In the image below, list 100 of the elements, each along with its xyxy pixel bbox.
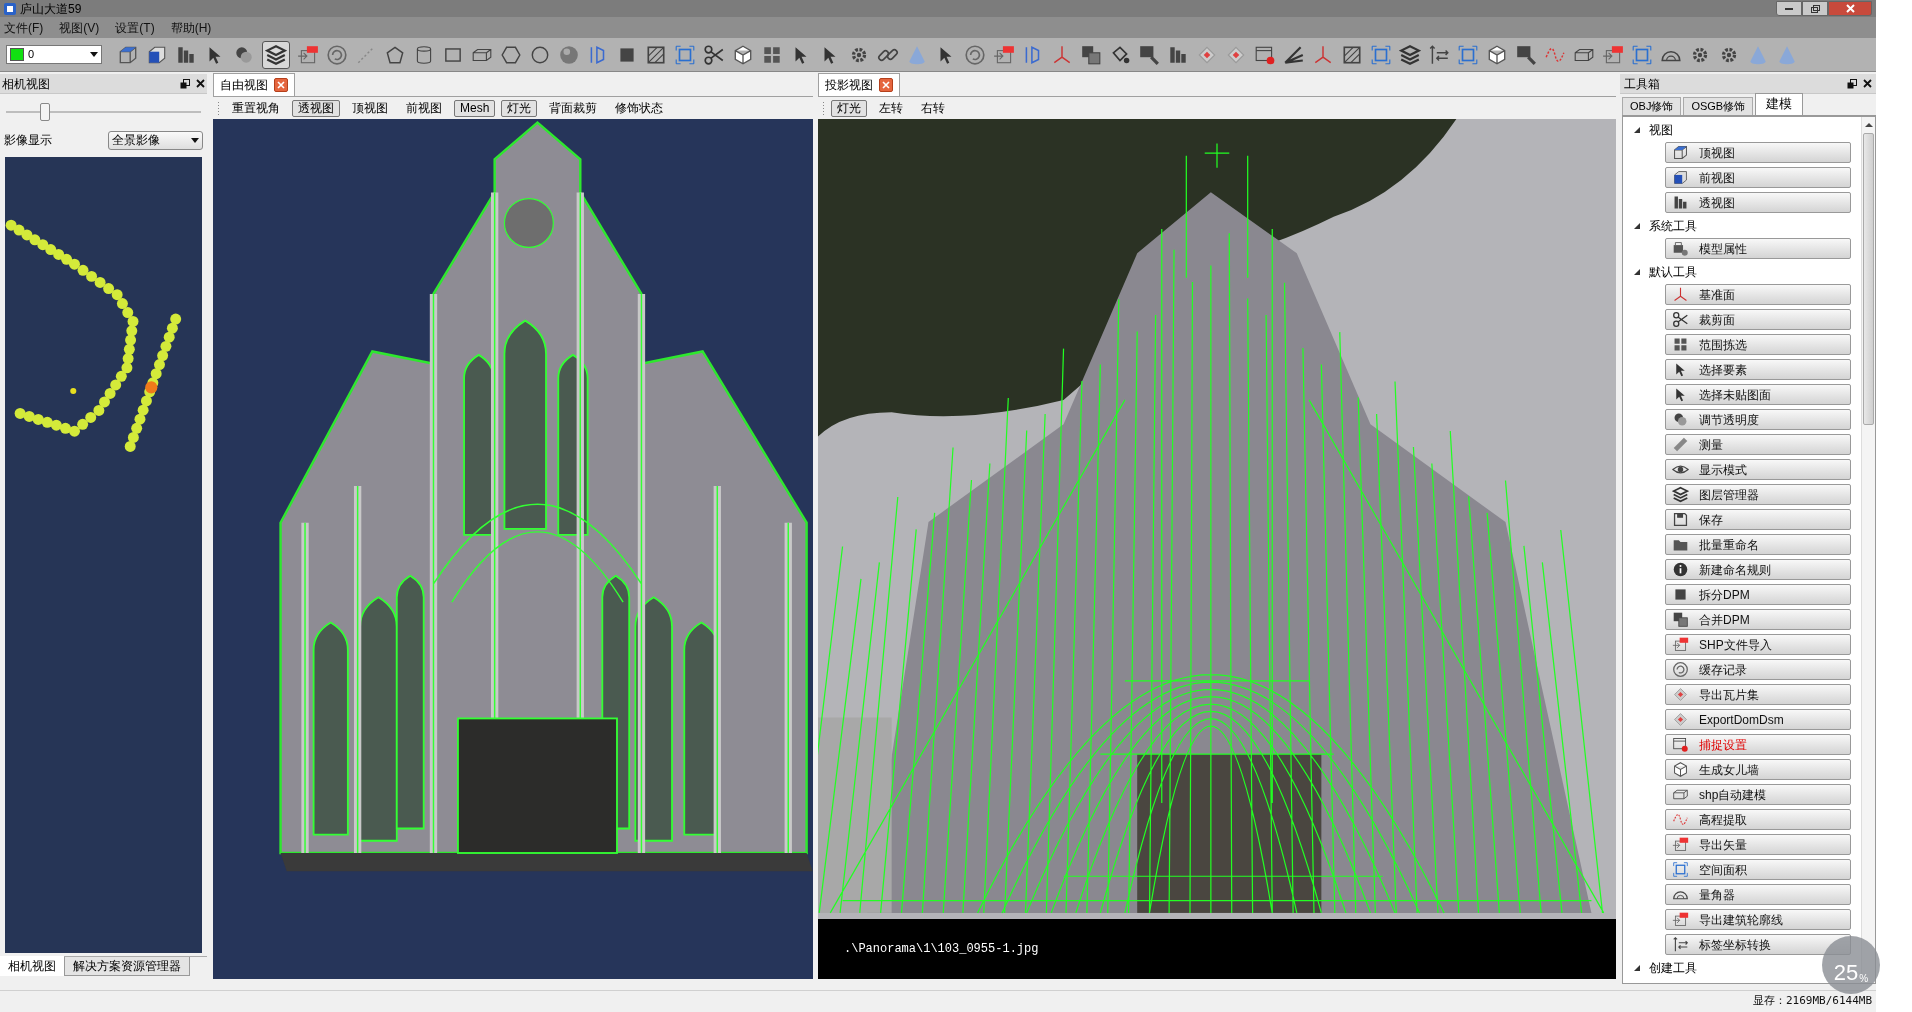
tool-button[interactable]: 图层管理器	[1665, 484, 1851, 505]
tool-button[interactable]: 合并DPM	[1665, 609, 1851, 630]
tool-button[interactable]: 批量重命名	[1665, 534, 1851, 555]
pin-icon[interactable]	[1847, 78, 1857, 89]
panel-tab[interactable]: 相机视图	[0, 956, 64, 976]
brush-icon[interactable]	[1138, 43, 1160, 66]
tool-button[interactable]: 选择未贴图面	[1665, 384, 1851, 405]
toolbox-tab[interactable]: OSGB修饰	[1683, 97, 1754, 115]
tool-button[interactable]: 量角器	[1665, 884, 1851, 905]
cube-icon[interactable]	[1486, 43, 1508, 66]
view-toolbar-button[interactable]: 透视图	[292, 99, 340, 117]
group-label: 默认工具	[1649, 263, 1697, 281]
tool-button[interactable]: 显示模式	[1665, 459, 1851, 480]
tool-button[interactable]: 保存	[1665, 509, 1851, 530]
view-tab[interactable]: 自由视图	[213, 73, 295, 96]
tool-button[interactable]: 导出矢量	[1665, 834, 1851, 855]
restore-icon	[1810, 4, 1820, 13]
maximize-button[interactable]	[1802, 1, 1828, 16]
refresh-icon[interactable]	[326, 43, 348, 66]
tool-button[interactable]: 测量	[1665, 434, 1851, 455]
tool-button[interactable]: 导出瓦片集	[1665, 684, 1851, 705]
solid-cube-icon	[1672, 169, 1689, 186]
overlapping-squares-icon[interactable]	[1080, 43, 1102, 66]
menu-item[interactable]: 视图(V)	[59, 18, 100, 37]
solid-square-icon	[1672, 586, 1689, 603]
view-toolbar-button[interactable]: Mesh	[454, 99, 496, 117]
close-tab-button[interactable]	[274, 78, 288, 92]
tool-button[interactable]: 前视图	[1665, 167, 1851, 188]
expand-arrow-icon[interactable]	[1633, 125, 1641, 134]
opacity-slider[interactable]	[6, 100, 201, 124]
tool-button[interactable]: 顶视图	[1665, 142, 1851, 163]
view-toolbar-button[interactable]: 前视图	[400, 99, 448, 117]
menu-item[interactable]: 文件(F)	[4, 18, 44, 37]
tool-button[interactable]: 空间面积	[1665, 859, 1851, 880]
tool-button[interactable]: 生成女儿墙	[1665, 759, 1851, 780]
hatched-square-icon[interactable]	[645, 43, 667, 66]
tool-button[interactable]: 新建命名规则	[1665, 559, 1851, 580]
arrows-icon[interactable]	[1428, 43, 1450, 66]
view-toolbar-button[interactable]: 背面裁剪	[543, 99, 604, 117]
tool-button[interactable]: 基准面	[1665, 284, 1851, 305]
tool-button[interactable]: 缓存记录	[1665, 659, 1851, 680]
tool-button[interactable]: shp自动建模	[1665, 784, 1851, 805]
pin-icon[interactable]	[180, 78, 190, 89]
close-button[interactable]	[1828, 1, 1872, 16]
view-toolbar-button[interactable]: 重置视角	[226, 99, 286, 117]
panel-title: 工具箱	[1624, 75, 1661, 93]
refresh-icon	[1672, 661, 1689, 678]
import-icon[interactable]	[297, 43, 319, 66]
menu-item[interactable]: 设置(T)	[115, 18, 155, 37]
menu-item[interactable]: 帮助(H)	[170, 18, 212, 37]
import-icon[interactable]	[993, 43, 1015, 66]
image-display-dropdown[interactable]: 全景影像	[108, 130, 203, 150]
tool-button[interactable]: ExportDomDsm	[1665, 709, 1851, 730]
tool-button[interactable]: 高程提取	[1665, 809, 1851, 830]
tool-button[interactable]: 拆分DPM	[1665, 584, 1851, 605]
tool-button[interactable]: 裁剪面	[1665, 309, 1851, 330]
expand-arrow-icon[interactable]	[1633, 267, 1641, 276]
layers-toggle[interactable]	[262, 40, 290, 69]
view-toolbar-button[interactable]: 灯光	[831, 99, 867, 117]
minimize-icon	[1785, 7, 1793, 10]
view-toolbar-button[interactable]: 左转	[873, 99, 909, 117]
toolbox-tab[interactable]: 建模	[1755, 93, 1804, 115]
layers-icon[interactable]	[1399, 43, 1421, 66]
brush-icon[interactable]	[1515, 43, 1537, 66]
import-icon[interactable]	[1602, 43, 1624, 66]
close-tab-button[interactable]	[879, 78, 893, 92]
toolbox-tab[interactable]: OBJ修饰	[1622, 97, 1682, 115]
layer-dropdown[interactable]: 0	[6, 45, 102, 64]
expand-arrow-icon[interactable]	[1633, 221, 1641, 230]
tool-button[interactable]: SHP文件导入	[1665, 634, 1851, 655]
tool-button[interactable]: 透视图	[1665, 192, 1851, 213]
view-toolbar-button[interactable]: 顶视图	[346, 99, 394, 117]
tool-button[interactable]: 调节透明度	[1665, 409, 1851, 430]
view-tab[interactable]: 投影视图	[818, 73, 900, 96]
close-icon[interactable]	[1863, 79, 1872, 88]
close-icon[interactable]	[196, 79, 205, 88]
tool-button[interactable]: 模型属性	[1665, 238, 1851, 259]
refresh-icon[interactable]	[964, 43, 986, 66]
minimize-button[interactable]	[1776, 1, 1802, 16]
view-toolbar-button[interactable]: 灯光	[501, 99, 538, 117]
scissors-icon[interactable]	[703, 43, 725, 66]
cube-icon	[1672, 761, 1689, 778]
view-toolbar-button[interactable]: 修饰状态	[609, 99, 670, 117]
cube-icon[interactable]	[732, 43, 754, 66]
panel-tab[interactable]: 解决方案资源管理器	[64, 957, 190, 976]
scrollbar-thumb[interactable]	[1863, 133, 1874, 425]
tool-button[interactable]: 标签坐标转换	[1665, 934, 1851, 955]
grid-icon	[1672, 336, 1689, 353]
tool-button[interactable]: 选择要素	[1665, 359, 1851, 380]
import-icon	[1672, 636, 1689, 653]
slider-thumb[interactable]	[40, 103, 50, 121]
expand-arrow-icon[interactable]	[1633, 963, 1641, 972]
grip-icon	[822, 101, 825, 115]
tool-button[interactable]: 捕捉设置	[1665, 734, 1851, 755]
view-toolbar-button[interactable]: 右转	[915, 99, 951, 117]
overlapping-squares-icon	[1672, 611, 1689, 628]
layer-value: 0	[28, 47, 36, 63]
tool-button[interactable]: 范围拣选	[1665, 334, 1851, 355]
tool-button[interactable]: 导出建筑轮廓线	[1665, 909, 1851, 930]
hatched-square-icon[interactable]	[1341, 43, 1363, 66]
